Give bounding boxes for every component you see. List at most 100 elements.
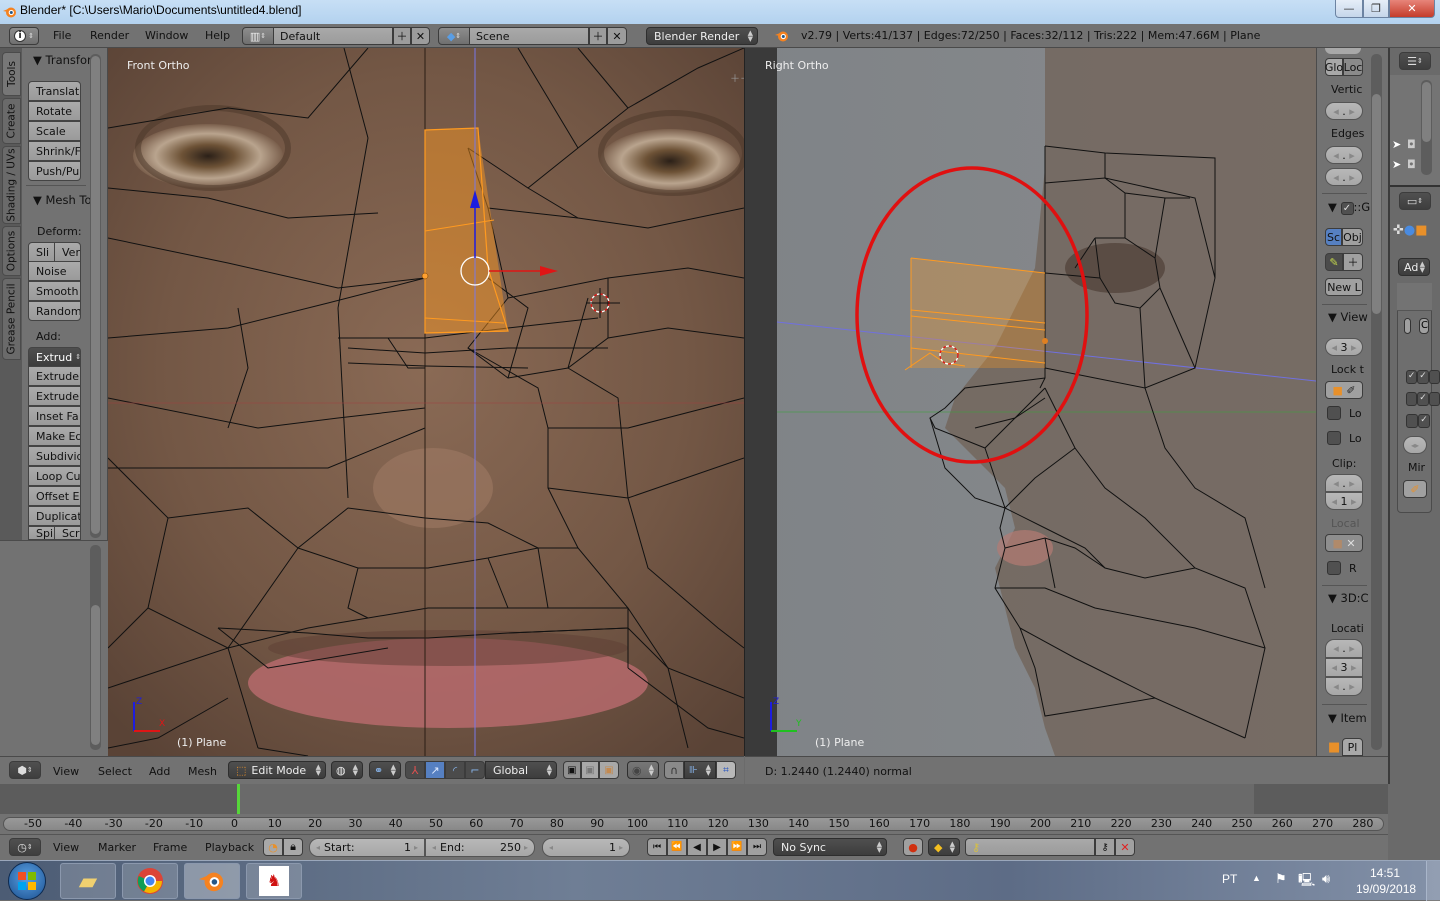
lock-object-field[interactable]: ■ ✐: [1325, 381, 1363, 399]
snap-element-dropdown[interactable]: ⊪ ▲ ▼: [684, 761, 716, 779]
tab-create[interactable]: Create: [2, 98, 21, 144]
scene-icon[interactable]: ◆ ⇕: [438, 27, 470, 45]
3d-cursor-panel-header[interactable]: ▼ 3D:C: [1328, 591, 1369, 605]
tab-grease-pencil[interactable]: Grease Pencil: [2, 278, 21, 360]
jump-end-button[interactable]: ⏭: [747, 838, 767, 856]
grease-pencil-checkbox[interactable]: ✓: [1340, 202, 1354, 215]
start-frame-field[interactable]: ◂ Start: 1 ▸: [309, 838, 425, 857]
taskbar-file-explorer[interactable]: ▰: [60, 863, 116, 899]
mirror-merge-field[interactable]: ◂▸: [1403, 436, 1427, 454]
loop-cut-button[interactable]: Loop Cut: [28, 466, 81, 486]
edge-select-mode-button[interactable]: ▣: [581, 761, 599, 779]
properties-editor-type-button[interactable]: ▭ ⇕: [1399, 192, 1431, 210]
cursor-z-field[interactable]: ◂ . ▸: [1325, 677, 1363, 696]
camera-icon[interactable]: ◘: [1407, 138, 1416, 151]
editor-type-button[interactable]: i ⇕: [9, 27, 39, 45]
outliner-editor-type-button[interactable]: ☰ ⇕: [1399, 52, 1431, 70]
split-area-widget[interactable]: ＋＋: [730, 70, 744, 85]
auto-keying-button[interactable]: ●: [903, 838, 923, 856]
side-mesh-canvas[interactable]: Z Y: [745, 48, 1316, 756]
show-desktop-button[interactable]: [1426, 861, 1440, 901]
jump-keyframe-back-button[interactable]: ⏪: [667, 838, 687, 856]
properties-scrollbar[interactable]: [1371, 54, 1382, 750]
screw-button[interactable]: Scr: [54, 526, 81, 540]
keying-set-field[interactable]: ⚷: [965, 838, 1095, 856]
playback-menu[interactable]: Playback: [205, 841, 254, 854]
language-indicator[interactable]: PT: [1222, 872, 1237, 886]
mirror-flip-toggles[interactable]: ✓: [1406, 414, 1430, 428]
tab-tools[interactable]: Tools: [2, 52, 21, 96]
selected-faces[interactable]: [904, 257, 1048, 371]
jump-start-button[interactable]: ⏮: [647, 838, 667, 856]
play-reverse-button[interactable]: ◀: [687, 838, 707, 856]
keying-mode-dropdown[interactable]: ◆ ▲ ▼: [928, 838, 960, 856]
timeline-editor-type-button[interactable]: ◷ ⇕: [9, 838, 41, 856]
menu-window[interactable]: Window: [145, 29, 188, 42]
mesh-menu[interactable]: Mesh: [188, 765, 217, 778]
cursor-x-field[interactable]: ◂ . ▸: [1325, 639, 1363, 658]
3d-view-editor-type-button[interactable]: ⬢ ⇕: [9, 761, 41, 779]
local-camera-field[interactable]: ■ ✕: [1325, 534, 1363, 552]
extrude-region-button[interactable]: Extrude: [28, 366, 81, 386]
randomize-button[interactable]: Randomi: [28, 301, 81, 321]
extrude-individual-button[interactable]: Extrude I: [28, 386, 81, 406]
viewport-shading-dropdown[interactable]: ◍ ▲ ▼: [331, 761, 363, 779]
menu-help[interactable]: Help: [205, 29, 230, 42]
add-layout-button[interactable]: ＋: [393, 27, 411, 45]
taskbar-chrome[interactable]: [122, 863, 178, 899]
subdivide-button[interactable]: Subdivid: [28, 446, 81, 466]
clip-start-field[interactable]: ◂ . ▸: [1325, 474, 1363, 492]
lock-range-button[interactable]: 🔒︎: [283, 838, 303, 856]
object-source-button[interactable]: Obj: [1342, 228, 1363, 246]
outliner-scrollbar[interactable]: [1421, 80, 1432, 175]
manipulator-toggle[interactable]: ⅄: [405, 761, 425, 779]
clock-date[interactable]: 19/09/2018: [1356, 882, 1416, 896]
timeline-area[interactable]: [0, 784, 1388, 814]
delete-keyframe-button[interactable]: ✕: [1115, 838, 1135, 856]
screen-layout-field[interactable]: Default: [273, 27, 393, 45]
marker-menu[interactable]: Marker: [98, 841, 136, 854]
mesh-tools-panel-header[interactable]: ▼ Mesh To: [33, 193, 92, 207]
front-mesh-canvas[interactable]: Z X: [108, 48, 744, 756]
lens-field[interactable]: ◂ 3 ▸: [1325, 338, 1363, 356]
translate-button[interactable]: Translat: [28, 81, 81, 101]
inset-faces-button[interactable]: Inset Fa: [28, 406, 81, 426]
duplicate-button[interactable]: Duplicat: [28, 506, 81, 526]
pencil-icon[interactable]: ✎: [1325, 253, 1343, 271]
clock-time[interactable]: 14:51: [1370, 866, 1400, 880]
scene-source-button[interactable]: Sc: [1325, 228, 1342, 246]
transform-panel-header[interactable]: ▼ Transfor: [33, 53, 92, 67]
mirror-object-field[interactable]: ✐: [1403, 480, 1427, 498]
translate-manipulator-button[interactable]: ↗: [425, 761, 445, 779]
current-frame-indicator[interactable]: [237, 784, 240, 814]
noise-button[interactable]: Noise: [28, 261, 81, 281]
render-border-checkbox[interactable]: [1327, 561, 1341, 575]
action-center-flag-icon[interactable]: ⚑: [1275, 871, 1287, 887]
end-frame-field[interactable]: ◂ End: 250 ▸: [425, 838, 535, 857]
proportional-editing-dropdown[interactable]: ◉ ▲ ▼: [627, 761, 659, 779]
vertex-select-mode-button[interactable]: ▣: [563, 761, 581, 779]
frame-menu[interactable]: Frame: [153, 841, 187, 854]
add-modifier-dropdown[interactable]: Ad ▲ ▼: [1398, 258, 1430, 276]
minimize-button[interactable]: —: [1335, 0, 1363, 18]
network-icon[interactable]: 🖳︎: [1298, 871, 1315, 893]
new-layer-button[interactable]: New L: [1325, 278, 1363, 296]
mirror-bisect-toggles[interactable]: ✓: [1406, 392, 1440, 406]
menu-render[interactable]: Render: [90, 29, 129, 42]
grease-pencil-panel-header[interactable]: ▼ ✓::G: [1328, 200, 1370, 215]
view-menu[interactable]: View: [53, 765, 79, 778]
local-button[interactable]: Loc: [1343, 58, 1363, 76]
remove-layout-button[interactable]: ✕: [411, 27, 430, 45]
viewport-front-ortho[interactable]: Z X Front Ortho (1) Plane ＋＋: [108, 48, 744, 756]
cursor-select-icon[interactable]: ➤: [1392, 158, 1401, 171]
cursor-select-icon[interactable]: ➤: [1392, 138, 1401, 151]
mirror-axis-toggles[interactable]: ✓ ✓: [1406, 370, 1440, 384]
clip-end-field[interactable]: ◂ 1 ▸: [1325, 492, 1363, 510]
scale-button[interactable]: Scale: [28, 121, 81, 141]
modifier-name-field[interactable]: C: [1419, 318, 1429, 334]
close-button[interactable]: ✕: [1389, 0, 1435, 18]
vertices-field[interactable]: ◂ . ▸: [1325, 102, 1363, 120]
frame-scrollbar[interactable]: [3, 817, 1384, 831]
edges-field-1[interactable]: ◂ . ▸: [1325, 146, 1363, 164]
face-select-mode-button[interactable]: ▣: [599, 761, 619, 779]
